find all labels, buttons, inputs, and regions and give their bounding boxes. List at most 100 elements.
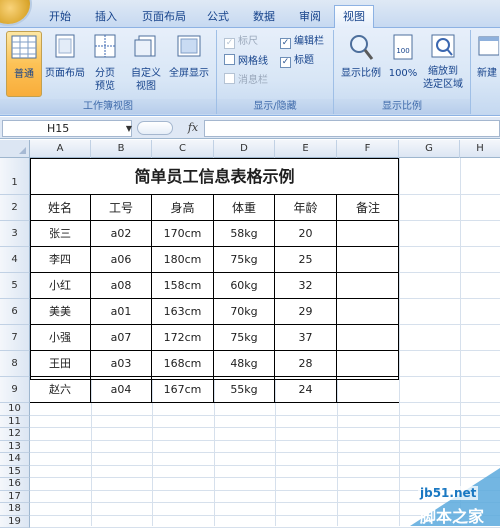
row-header-12[interactable]: 12 (0, 428, 30, 441)
tab-insert[interactable]: 插入 (84, 6, 128, 28)
row-header-2[interactable]: 2 (0, 195, 30, 221)
zoom-100-button[interactable]: 100 100% (386, 31, 420, 97)
zoom-button[interactable]: 显示比例 (338, 31, 384, 97)
table-cell[interactable]: 48kg (214, 351, 275, 377)
table-cell[interactable]: 167cm (152, 377, 214, 403)
formula-bar-resize-handle[interactable] (137, 121, 173, 135)
table-cell[interactable]: 170cm (152, 221, 214, 247)
row-header-6[interactable]: 6 (0, 299, 30, 325)
formula-bar-checkbox[interactable]: ✓编辑栏 (280, 35, 324, 49)
row-header-1[interactable]: 1 (0, 158, 30, 195)
table-cell[interactable]: a04 (91, 377, 152, 403)
table-cell[interactable]: 王田 (30, 351, 91, 377)
table-cell[interactable]: a02 (91, 221, 152, 247)
table-cell[interactable]: 55kg (214, 377, 275, 403)
column-label-cell[interactable]: 体重 (214, 195, 275, 221)
table-cell[interactable] (337, 247, 399, 273)
insert-function-icon[interactable]: fx (186, 121, 200, 135)
column-header-f[interactable]: F (337, 140, 399, 158)
row-header-4[interactable]: 4 (0, 247, 30, 273)
row-header-8[interactable]: 8 (0, 351, 30, 377)
row-header-14[interactable]: 14 (0, 453, 30, 466)
tab-formulas[interactable]: 公式 (198, 6, 238, 28)
page-layout-view-button[interactable]: 页面布局 (44, 31, 86, 97)
table-cell[interactable]: 172cm (152, 325, 214, 351)
column-header-g[interactable]: G (399, 140, 460, 158)
row-header-16[interactable]: 16 (0, 478, 30, 491)
formula-input[interactable] (204, 120, 500, 137)
gridlines-checkbox[interactable]: 网格线 (224, 54, 268, 68)
column-header-a[interactable]: A (30, 140, 91, 158)
table-cell[interactable]: 168cm (152, 351, 214, 377)
table-cell[interactable]: 赵六 (30, 377, 91, 403)
headings-checkbox[interactable]: ✓标题 (280, 54, 314, 68)
tab-page-layout[interactable]: 页面布局 (134, 6, 194, 28)
table-cell[interactable]: 70kg (214, 299, 275, 325)
table-cell[interactable]: 75kg (214, 247, 275, 273)
table-cell[interactable]: 180cm (152, 247, 214, 273)
column-label-cell[interactable]: 姓名 (30, 195, 91, 221)
table-cell[interactable] (337, 299, 399, 325)
table-cell[interactable]: 小强 (30, 325, 91, 351)
table-cell[interactable]: 75kg (214, 325, 275, 351)
row-header-13[interactable]: 13 (0, 441, 30, 454)
table-cell[interactable]: a07 (91, 325, 152, 351)
table-cell[interactable]: a08 (91, 273, 152, 299)
row-header-5[interactable]: 5 (0, 273, 30, 299)
column-label-cell[interactable]: 身高 (152, 195, 214, 221)
ruler-checkbox[interactable]: ✓标尺 (224, 35, 258, 49)
table-title[interactable]: 简单员工信息表格示例 (30, 158, 399, 195)
custom-views-button[interactable]: 自定义 视图 (128, 31, 164, 97)
table-cell[interactable]: 58kg (214, 221, 275, 247)
normal-view-button[interactable]: 普通 (6, 31, 42, 97)
column-header-h[interactable]: H (460, 140, 500, 158)
row-header-17[interactable]: 17 (0, 491, 30, 504)
tab-home[interactable]: 开始 (40, 6, 80, 28)
table-cell[interactable]: 37 (275, 325, 337, 351)
tab-view[interactable]: 视图 (334, 5, 374, 28)
table-cell[interactable]: a03 (91, 351, 152, 377)
table-cell[interactable]: 张三 (30, 221, 91, 247)
column-label-cell[interactable]: 工号 (91, 195, 152, 221)
table-cell[interactable]: 60kg (214, 273, 275, 299)
table-cell[interactable] (337, 325, 399, 351)
table-cell[interactable]: 158cm (152, 273, 214, 299)
column-header-d[interactable]: D (214, 140, 275, 158)
table-cell[interactable]: a06 (91, 247, 152, 273)
column-header-e[interactable]: E (275, 140, 337, 158)
zoom-to-selection-button[interactable]: 缩放到 选定区域 (420, 31, 466, 97)
row-header-15[interactable]: 15 (0, 466, 30, 479)
table-cell[interactable]: 25 (275, 247, 337, 273)
table-cell[interactable]: a01 (91, 299, 152, 325)
tab-data[interactable]: 数据 (244, 6, 284, 28)
table-cell[interactable]: 24 (275, 377, 337, 403)
row-header-18[interactable]: 18 (0, 503, 30, 516)
table-cell[interactable] (337, 221, 399, 247)
table-cell[interactable] (337, 273, 399, 299)
full-screen-button[interactable]: 全屏显示 (166, 31, 212, 97)
row-header-3[interactable]: 3 (0, 221, 30, 247)
column-label-cell[interactable]: 备注 (337, 195, 399, 221)
table-cell[interactable]: 32 (275, 273, 337, 299)
table-cell[interactable] (337, 351, 399, 377)
new-window-button[interactable]: 新建 (474, 31, 500, 97)
column-header-c[interactable]: C (152, 140, 214, 158)
table-cell[interactable]: 28 (275, 351, 337, 377)
row-header-7[interactable]: 7 (0, 325, 30, 351)
message-bar-checkbox[interactable]: 消息栏 (224, 73, 268, 87)
row-header-10[interactable]: 10 (0, 403, 30, 416)
row-header-19[interactable]: 19 (0, 516, 30, 528)
name-box[interactable]: H15 (2, 120, 132, 137)
table-cell[interactable] (337, 377, 399, 403)
row-header-9[interactable]: 9 (0, 377, 30, 403)
column-label-cell[interactable]: 年龄 (275, 195, 337, 221)
row-header-11[interactable]: 11 (0, 416, 30, 429)
select-all-button[interactable] (0, 140, 30, 158)
table-cell[interactable]: 29 (275, 299, 337, 325)
table-cell[interactable]: 美美 (30, 299, 91, 325)
table-cell[interactable]: 163cm (152, 299, 214, 325)
chevron-down-icon[interactable]: ▼ (124, 120, 134, 137)
table-cell[interactable]: 小红 (30, 273, 91, 299)
table-cell[interactable]: 李四 (30, 247, 91, 273)
table-cell[interactable]: 20 (275, 221, 337, 247)
